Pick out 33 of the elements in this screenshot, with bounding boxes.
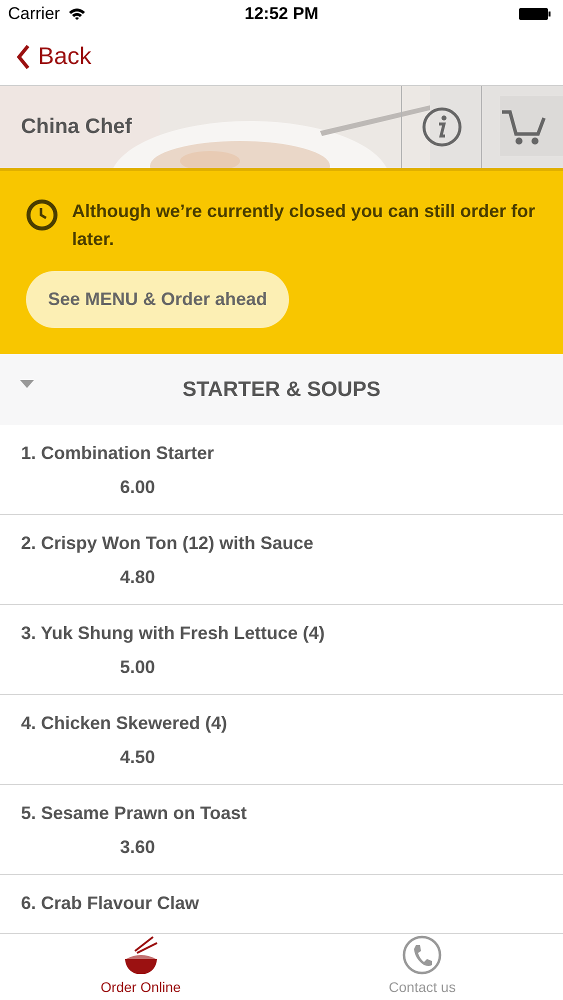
see-menu-button[interactable]: See MENU & Order ahead xyxy=(26,271,290,328)
section-header[interactable]: STARTER & SOUPS xyxy=(0,354,563,425)
cart-icon xyxy=(500,108,546,146)
menu-item[interactable]: 1. Combination Starter 6.00 xyxy=(0,425,563,515)
clock-icon xyxy=(26,199,58,231)
item-name: 5. Sesame Prawn on Toast xyxy=(21,802,247,825)
menu-item[interactable]: 3. Yuk Shung with Fresh Lettuce (4) 5.00 xyxy=(0,605,563,695)
phone-icon xyxy=(402,935,442,975)
item-name: 4. Chicken Skewered (4) xyxy=(21,712,228,735)
tab-bar-item[interactable]: Order Online xyxy=(0,934,282,1000)
item-price: 4.80 xyxy=(120,566,156,589)
item-price: 5.00 xyxy=(120,656,156,679)
item-name: 6. Crab Flavour Claw xyxy=(21,892,200,915)
clock-time: 12:52 PM xyxy=(244,3,318,26)
restaurant-name: China Chef xyxy=(21,114,132,140)
chevron-left-icon xyxy=(16,44,30,70)
section-title: STARTER & SOUPS xyxy=(182,376,380,403)
item-price: 3.60 xyxy=(120,836,156,859)
item-price: 6.00 xyxy=(120,476,156,499)
item-price: 4.50 xyxy=(120,746,156,769)
back-button[interactable]: Back xyxy=(16,38,92,74)
item-name: 1. Combination Starter xyxy=(21,442,214,465)
battery-icon xyxy=(519,7,551,21)
info-icon xyxy=(422,107,462,147)
wifi-icon xyxy=(68,7,86,21)
item-name: 2. Crispy Won Ton (12) with Sauce xyxy=(21,532,314,555)
rice-bowl-icon xyxy=(122,935,159,975)
menu-item[interactable]: 4. Chicken Skewered (4) 4.50 xyxy=(0,695,563,785)
menu-item[interactable]: 5. Sesame Prawn on Toast 3.60 xyxy=(0,785,563,875)
item-name: 3. Yuk Shung with Fresh Lettuce (4) xyxy=(21,622,325,645)
closed-notice-text: Although we’re currently closed you can still order for later. xyxy=(72,200,536,251)
menu-item[interactable]: 2. Crispy Won Ton (12) with Sauce 4.80 xyxy=(0,515,563,605)
carrier-label: Carrier xyxy=(8,3,60,26)
